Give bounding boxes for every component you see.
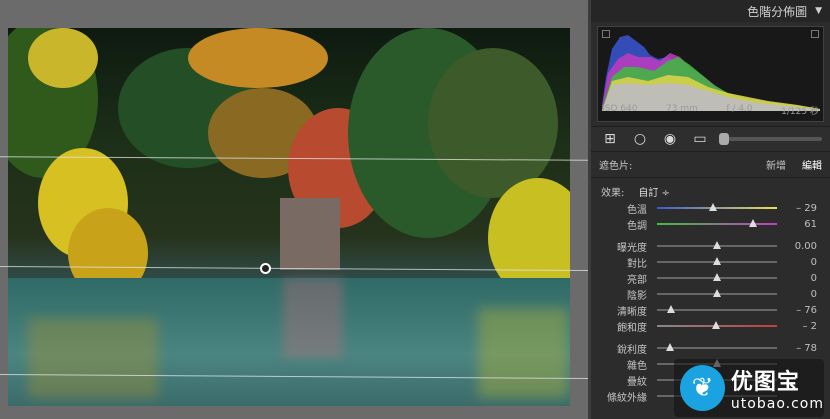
slider-label: 條紋外緣 <box>607 392 647 404</box>
graduated-filter-icon[interactable]: ▭ <box>689 130 711 148</box>
logo-name: 优图宝 <box>730 370 800 395</box>
slider-row[interactable]: 飽和度 – 2 <box>599 318 822 334</box>
slider-value[interactable]: 61 <box>777 219 817 230</box>
slider-label: 雜色 <box>627 360 647 372</box>
filter-pin[interactable] <box>260 263 271 274</box>
slider-track[interactable] <box>657 321 777 329</box>
slider-row[interactable]: 銳利度 – 78 <box>599 340 822 356</box>
slider-label: 對比 <box>627 258 647 270</box>
slider-label: 曝光度 <box>617 242 647 254</box>
slider-track[interactable] <box>657 203 777 211</box>
slider-value[interactable]: – 76 <box>777 305 817 316</box>
slider-label: 疊紋 <box>627 376 647 388</box>
grid-overlay-icon[interactable]: ⊞ <box>599 130 621 148</box>
bird-logo-icon: ❦ <box>680 365 725 411</box>
slider-label: 色溫 <box>627 204 647 216</box>
mask-edit-tab[interactable]: 編輯 <box>802 157 822 172</box>
slider-label: 色調 <box>627 220 647 232</box>
slider-knob[interactable] <box>713 289 721 297</box>
shutter-speed: 1/125 秒 <box>781 107 819 117</box>
slider-label: 清晰度 <box>617 306 647 318</box>
slider-track[interactable] <box>657 219 777 227</box>
slider-knob[interactable] <box>749 219 757 227</box>
develop-panel: 色階分佈圖 ▼ ISO 640 73 mm f / 4.0 1/125 秒 ⊞ … <box>591 0 830 419</box>
highlight-clipping-toggle[interactable] <box>811 30 819 38</box>
photo-canvas[interactable] <box>0 0 588 419</box>
slider-track[interactable] <box>657 305 777 313</box>
aperture: f / 4.0 <box>726 104 753 114</box>
effect-label: 效果: <box>601 187 625 199</box>
mask-label: 遮色片: <box>599 161 633 172</box>
slider-value[interactable]: – 29 <box>777 203 817 214</box>
slider-value[interactable]: 0 <box>777 257 817 268</box>
slider-knob[interactable] <box>666 343 675 351</box>
histogram-header[interactable]: 色階分佈圖 ▼ <box>591 0 830 22</box>
tool-amount-slider[interactable] <box>719 133 822 145</box>
slider-row[interactable]: 色溫 – 29 <box>599 200 822 216</box>
slider-value[interactable]: 0.00 <box>777 241 817 252</box>
tool-strip: ⊞ ○ ◉ ▭ <box>591 126 830 152</box>
slider-track[interactable] <box>657 289 777 297</box>
collapse-triangle-icon[interactable]: ▼ <box>815 6 822 16</box>
slider-track[interactable] <box>657 273 777 281</box>
slider-knob[interactable] <box>667 305 676 313</box>
slider-row[interactable]: 對比 0 <box>599 254 822 270</box>
slider-track[interactable] <box>657 257 777 265</box>
crop-circle-icon[interactable]: ○ <box>629 130 651 148</box>
spot-removal-icon[interactable]: ◉ <box>659 130 681 148</box>
slider-row[interactable]: 陰影 0 <box>599 286 822 302</box>
effect-dropdown[interactable]: 自訂 ÷ <box>638 184 670 199</box>
slider-knob[interactable] <box>713 273 721 281</box>
slider-row[interactable]: 亮部 0 <box>599 270 822 286</box>
slider-value[interactable]: 0 <box>777 289 817 300</box>
effect-row[interactable]: 效果: 自訂 ÷ <box>599 182 822 200</box>
lightroom-window: 色階分佈圖 ▼ ISO 640 73 mm f / 4.0 1/125 秒 ⊞ … <box>0 0 830 419</box>
slider-knob[interactable] <box>711 321 720 329</box>
photo-autumn-lake[interactable] <box>8 28 570 406</box>
slider-knob[interactable] <box>713 257 721 265</box>
watermark-logo: ❦ 优图宝 utobao.com <box>674 359 824 417</box>
focal-length: 73 mm <box>666 104 698 114</box>
slider-label: 亮部 <box>627 274 647 286</box>
panel-title: 色階分佈圖 <box>747 4 808 19</box>
logo-domain: utobao.com <box>730 396 824 412</box>
slider-label: 陰影 <box>627 290 647 302</box>
slider-row[interactable]: 清晰度 – 76 <box>599 302 822 318</box>
histogram: ISO 640 73 mm f / 4.0 1/125 秒 <box>597 26 824 122</box>
mask-row: 遮色片: 新增 編輯 <box>591 152 830 178</box>
slider-track[interactable] <box>657 241 777 249</box>
iso-value: ISO 640 <box>602 104 638 114</box>
slider-label: 飽和度 <box>617 322 647 334</box>
mask-new-tab[interactable]: 新增 <box>766 157 786 172</box>
slider-value[interactable]: – 2 <box>777 321 817 332</box>
slider-value[interactable]: – 78 <box>777 343 817 354</box>
slider-track[interactable] <box>657 343 777 351</box>
slider-label: 銳利度 <box>617 344 647 356</box>
slider-row[interactable]: 曝光度 0.00 <box>599 238 822 254</box>
slider-knob[interactable] <box>709 203 718 211</box>
exif-info: ISO 640 73 mm f / 4.0 1/125 秒 <box>602 104 819 117</box>
slider-knob[interactable] <box>713 241 721 249</box>
shadow-clipping-toggle[interactable] <box>602 30 610 38</box>
slider-row[interactable]: 色調 61 <box>599 216 822 232</box>
slider-value[interactable]: 0 <box>777 273 817 284</box>
